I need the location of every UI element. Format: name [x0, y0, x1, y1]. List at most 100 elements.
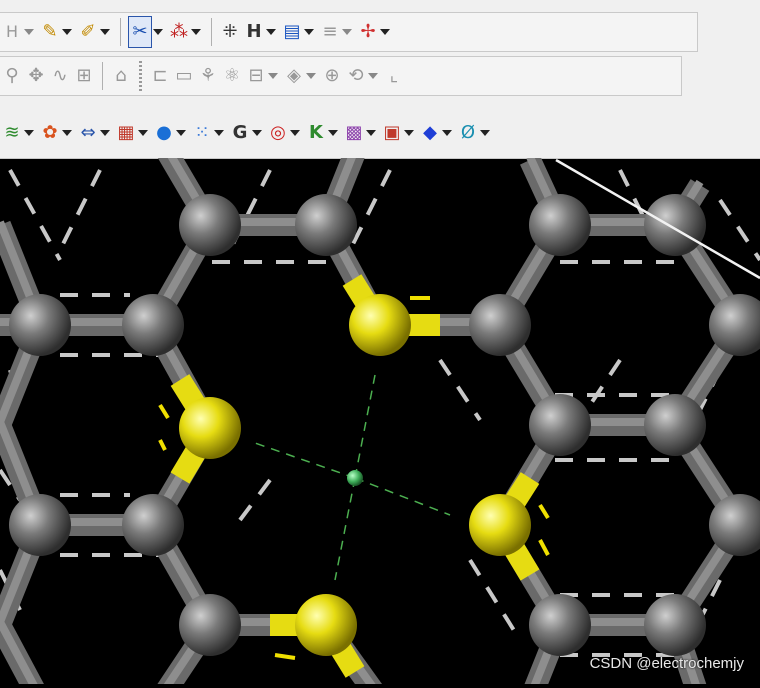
chevron-down-icon[interactable]: [252, 130, 262, 136]
target-icon[interactable]: ◎: [267, 118, 289, 148]
chevron-down-icon[interactable]: [153, 29, 163, 35]
chevron-down-icon[interactable]: [62, 29, 72, 35]
chevron-down-icon[interactable]: [306, 73, 316, 79]
carbon-atom[interactable]: [179, 194, 241, 256]
carbon-atom[interactable]: [644, 194, 706, 256]
edit-pencil-icon[interactable]: ✐: [77, 17, 99, 47]
bond-order-dash: [238, 478, 272, 522]
sulfur-bond-dash: [158, 439, 167, 451]
chevron-down-icon[interactable]: [328, 130, 338, 136]
bond-order-dash: [468, 558, 522, 642]
carbon-atom[interactable]: [9, 294, 71, 356]
molecule-icon[interactable]: ⚛: [221, 61, 243, 91]
3d-viewport[interactable]: CSDN @electrochemjy: [0, 134, 760, 688]
chevron-down-icon[interactable]: [366, 130, 376, 136]
carbon-atom[interactable]: [644, 594, 706, 656]
chevron-down-icon[interactable]: [342, 29, 352, 35]
chevron-down-icon[interactable]: [266, 29, 276, 35]
center-atom[interactable]: [347, 470, 363, 486]
sulfur-bond-dash: [274, 653, 296, 660]
chevron-down-icon[interactable]: [24, 29, 34, 35]
carbon-atom[interactable]: [529, 194, 591, 256]
molecule-canvas[interactable]: [0, 134, 760, 688]
pan-icon[interactable]: ✥: [25, 61, 47, 91]
chevron-down-icon[interactable]: [138, 130, 148, 136]
toolbar-row-3: ≋ ✿ ⇔ ▦ ● ⁙ G ◎ K ▩ ▣ ◆ Ø: [0, 112, 760, 154]
guide-dash: [254, 442, 356, 479]
texture-icon[interactable]: ▩: [343, 118, 365, 148]
chevron-down-icon[interactable]: [214, 130, 224, 136]
carbon-atom[interactable]: [179, 594, 241, 656]
table-icon[interactable]: ▦: [115, 118, 137, 148]
sulfur-atom[interactable]: [295, 594, 357, 656]
spectrum-icon[interactable]: ∿: [49, 61, 71, 91]
chevron-down-icon[interactable]: [368, 73, 378, 79]
toolbar-grip[interactable]: [139, 61, 142, 91]
sketch-pencil-icon[interactable]: ✎: [39, 17, 61, 47]
measure-icon[interactable]: ▤: [281, 17, 303, 47]
carbon-atom[interactable]: [529, 394, 591, 456]
chevron-down-icon[interactable]: [24, 130, 34, 136]
sulfur-bond-dash: [158, 403, 170, 420]
zoom-icon[interactable]: ⚲: [1, 61, 23, 91]
tree-icon[interactable]: ⊏: [149, 61, 171, 91]
chevron-down-icon[interactable]: [442, 130, 452, 136]
chevron-down-icon[interactable]: [268, 73, 278, 79]
bond-adjust-icon[interactable]: ✂: [128, 16, 152, 48]
chevron-down-icon[interactable]: [380, 29, 390, 35]
crystal-icon[interactable]: ◈: [283, 61, 305, 91]
rotate-icon[interactable]: ⟲: [345, 61, 367, 91]
wave-icon[interactable]: ≋: [1, 118, 23, 148]
guide-dash: [334, 477, 356, 581]
bracket-icon[interactable]: ⇔: [77, 118, 99, 148]
chevron-down-icon[interactable]: [480, 130, 490, 136]
carbon-atom[interactable]: [9, 494, 71, 556]
chevron-down-icon[interactable]: [62, 130, 72, 136]
carbon-atom[interactable]: [469, 294, 531, 356]
lattice-icon[interactable]: ⊕: [321, 61, 343, 91]
ruler-icon[interactable]: ▭: [173, 61, 195, 91]
sulfur-bond-dash: [538, 503, 550, 520]
chevron-down-icon[interactable]: [304, 29, 314, 35]
hydrogen-add-icon[interactable]: H: [243, 17, 265, 47]
sulfur-atom[interactable]: [179, 397, 241, 459]
balls-icon[interactable]: ●: [153, 118, 175, 148]
circuit-icon[interactable]: ⊞: [73, 61, 95, 91]
carbon-atom[interactable]: [122, 294, 184, 356]
gem-icon[interactable]: ◆: [419, 118, 441, 148]
carbon-atom[interactable]: [529, 594, 591, 656]
atom-layer: [9, 194, 760, 656]
sulfur-atom[interactable]: [349, 294, 411, 356]
carbon-atom[interactable]: [295, 194, 357, 256]
chevron-down-icon[interactable]: [100, 29, 110, 35]
sulfur-atom[interactable]: [469, 494, 531, 556]
chevron-down-icon[interactable]: [191, 29, 201, 35]
toolbar-area: H ✎ ✐ ✂ ⁂ ⁜ H ▤ ≡ ✢ ⚲ ✥ ∿ ⊞ ⌂ ⊏ ▭ ⚘ ⚛ ⊟ …: [0, 0, 760, 159]
watermark: CSDN @electrochemjy: [589, 655, 744, 672]
hydrogen-tool[interactable]: H: [1, 17, 23, 47]
lines-icon[interactable]: ≡: [319, 17, 341, 47]
spectrum-n-icon[interactable]: Ø: [457, 118, 479, 148]
gaussian-icon[interactable]: G: [229, 118, 251, 148]
k-point-icon[interactable]: K: [305, 118, 327, 148]
chevron-down-icon[interactable]: [100, 130, 110, 136]
chart-icon[interactable]: ⌞: [383, 61, 405, 91]
chevron-down-icon[interactable]: [176, 130, 186, 136]
guide-dash: [354, 374, 376, 479]
grid-icon[interactable]: ⊟: [245, 61, 267, 91]
move-atom-icon[interactable]: ✢: [357, 17, 379, 47]
toolbar-row-2: ⚲ ✥ ∿ ⊞ ⌂ ⊏ ▭ ⚘ ⚛ ⊟ ◈ ⊕ ⟲ ⌞: [0, 56, 682, 96]
bond-order-dash: [718, 198, 760, 262]
chevron-down-icon[interactable]: [404, 130, 414, 136]
guide-dash: [354, 477, 451, 516]
branch-icon[interactable]: ⚘: [197, 61, 219, 91]
fragment-icon[interactable]: ⁜: [219, 17, 241, 47]
carbon-atom[interactable]: [122, 494, 184, 556]
cluster-icon[interactable]: ⁙: [191, 118, 213, 148]
chevron-down-icon[interactable]: [290, 130, 300, 136]
orbital-icon[interactable]: ✿: [39, 118, 61, 148]
dots-icon[interactable]: ▣: [381, 118, 403, 148]
carbon-atom[interactable]: [644, 394, 706, 456]
atom-scatter-icon[interactable]: ⁂: [168, 17, 190, 47]
home-icon[interactable]: ⌂: [110, 61, 132, 91]
